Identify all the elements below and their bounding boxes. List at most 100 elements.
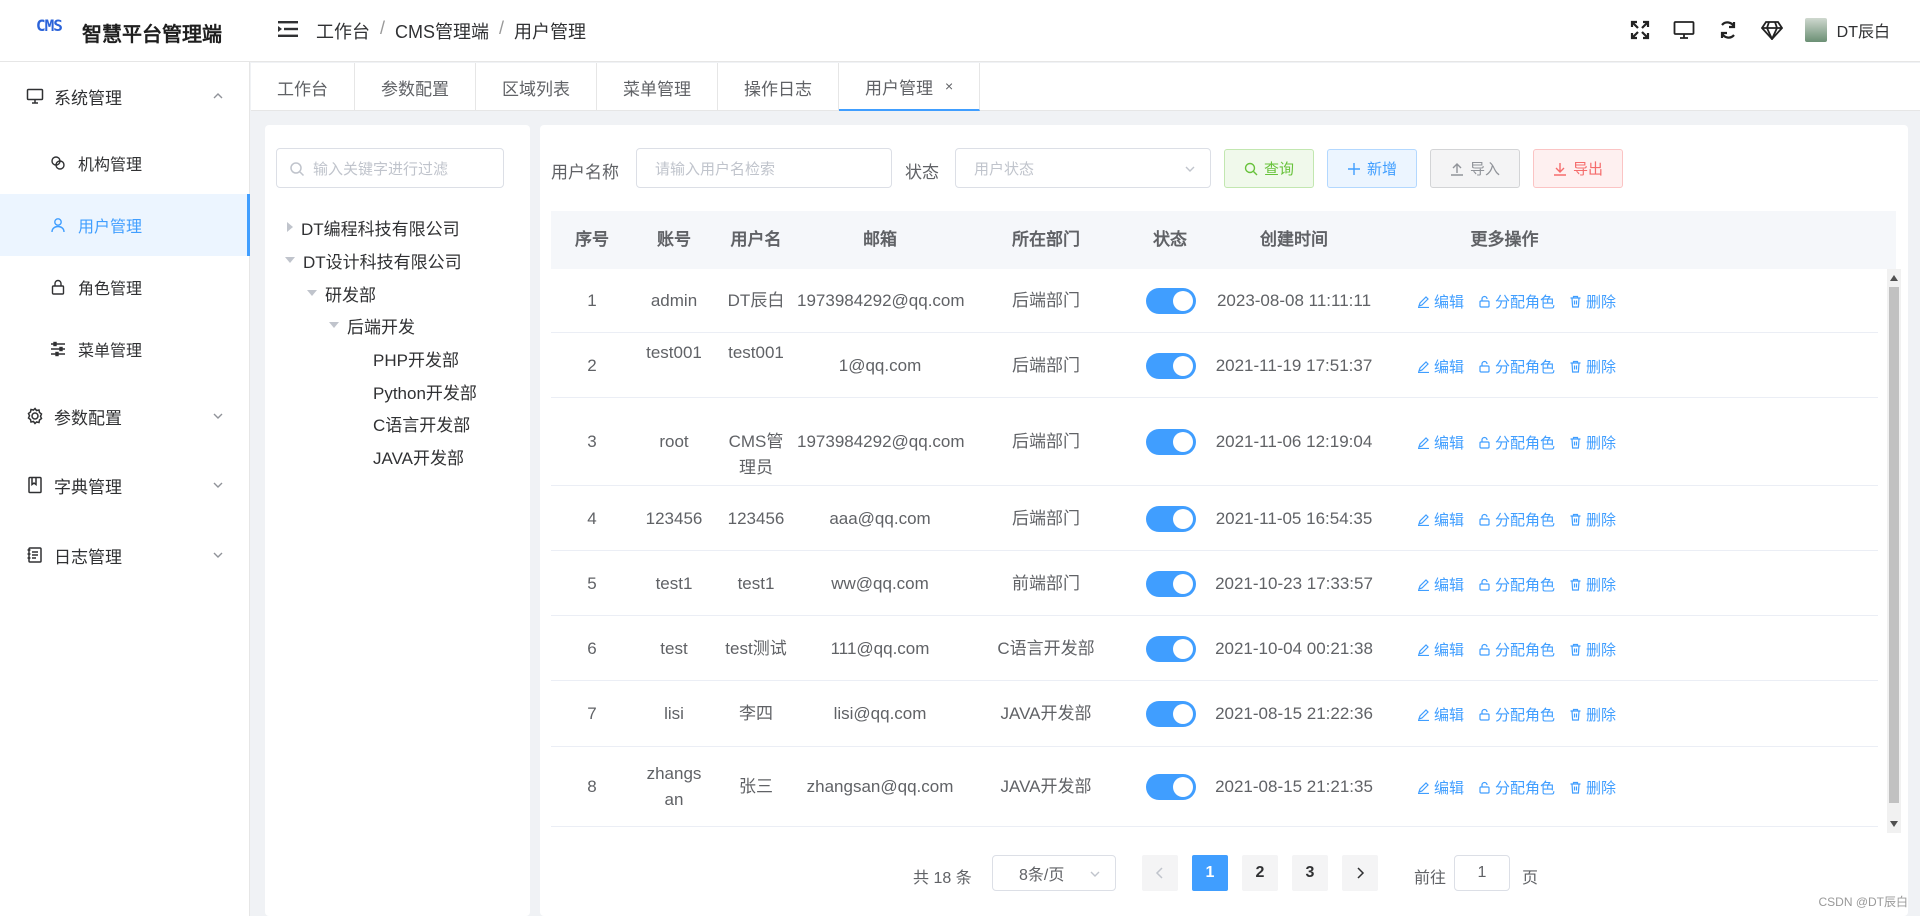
tree-node[interactable]: PHP开发部 xyxy=(373,344,459,372)
edit-button[interactable]: 编辑 xyxy=(1417,639,1464,660)
delete-button[interactable]: 删除 xyxy=(1569,356,1616,377)
assign-role-button[interactable]: 分配角色 xyxy=(1478,432,1555,453)
user-name[interactable]: DT辰白 xyxy=(1837,18,1890,42)
monitor-icon[interactable] xyxy=(1673,19,1695,41)
sidebar-item-org[interactable]: 机构管理 xyxy=(0,132,250,194)
tree-filter-input[interactable]: 输入关键字进行过滤 xyxy=(276,148,504,188)
row-actions: 编辑 分配角色 删除 xyxy=(1417,356,1616,377)
sidebar: 系统管理 机构管理 用户管理 角色管理 菜单管理 参数配置 字典管理 日志管理 xyxy=(0,62,250,916)
status-toggle[interactable] xyxy=(1146,571,1196,597)
next-page-button[interactable] xyxy=(1342,855,1378,891)
edit-button[interactable]: 编辑 xyxy=(1417,432,1464,453)
assign-role-button[interactable]: 分配角色 xyxy=(1478,777,1555,798)
status-toggle[interactable] xyxy=(1146,429,1196,455)
edit-button[interactable]: 编辑 xyxy=(1417,291,1464,312)
table-scrollbar[interactable] xyxy=(1887,269,1901,833)
assign-role-button[interactable]: 分配角色 xyxy=(1478,356,1555,377)
sidebar-item-users[interactable]: 用户管理 xyxy=(0,194,250,256)
tree-node[interactable]: C语言开发部 xyxy=(373,409,470,437)
delete-button[interactable]: 删除 xyxy=(1569,639,1616,660)
scroll-up-icon[interactable] xyxy=(1890,275,1898,281)
breadcrumb-item-cms[interactable]: CMS管理端 xyxy=(395,18,489,44)
status-toggle[interactable] xyxy=(1146,288,1196,314)
tab-users[interactable]: 用户管理 × xyxy=(839,63,981,111)
status-select[interactable]: 用户状态 xyxy=(955,148,1211,188)
edit-button[interactable]: 编辑 xyxy=(1417,777,1464,798)
tree-node[interactable]: 研发部 xyxy=(307,279,376,307)
tab-logs[interactable]: 操作日志 xyxy=(718,63,839,111)
tree-node[interactable]: DT设计科技有限公司 xyxy=(285,246,462,274)
delete-button[interactable]: 删除 xyxy=(1569,574,1616,595)
edit-button[interactable]: 编辑 xyxy=(1417,356,1464,377)
breadcrumb-item-home[interactable]: 工作台 xyxy=(316,18,370,44)
delete-button[interactable]: 删除 xyxy=(1569,777,1616,798)
page-button-2[interactable]: 2 xyxy=(1242,855,1278,891)
query-button[interactable]: 查询 xyxy=(1224,149,1314,188)
scrollbar-thumb[interactable] xyxy=(1889,287,1899,803)
delete-button[interactable]: 删除 xyxy=(1569,704,1616,725)
avatar[interactable] xyxy=(1804,18,1827,42)
goto-page-input[interactable]: 1 xyxy=(1454,855,1510,891)
add-user-button[interactable]: 新增 xyxy=(1327,149,1417,188)
tab-menus[interactable]: 菜单管理 xyxy=(597,63,718,111)
delete-button[interactable]: 删除 xyxy=(1569,509,1616,530)
top-header: CMS 智慧平台管理端 工作台 / CMS管理端 / 用户管理 DT辰白 xyxy=(0,0,1920,62)
username-search-input[interactable]: 请输入用户名检索 xyxy=(636,148,892,188)
status-toggle[interactable] xyxy=(1146,701,1196,727)
assign-role-button[interactable]: 分配角色 xyxy=(1478,509,1555,530)
column-header: 所在部门 xyxy=(1012,230,1080,249)
assign-role-button[interactable]: 分配角色 xyxy=(1478,704,1555,725)
edit-button[interactable]: 编辑 xyxy=(1417,704,1464,725)
sidebar-group-logs[interactable]: 日志管理 xyxy=(0,527,250,583)
page-size-select[interactable]: 8条/页 xyxy=(992,855,1116,891)
fullscreen-icon[interactable] xyxy=(1629,19,1651,41)
sidebar-item-roles[interactable]: 角色管理 xyxy=(0,256,250,318)
goto-label: 前往 xyxy=(1414,870,1447,887)
sidebar-group-dict[interactable]: 字典管理 xyxy=(0,457,250,513)
caret-right-icon[interactable] xyxy=(287,222,293,232)
delete-button[interactable]: 删除 xyxy=(1569,432,1616,453)
add-button-label: 新增 xyxy=(1366,161,1397,178)
trash-icon xyxy=(1570,360,1581,373)
prev-page-button[interactable] xyxy=(1142,855,1178,891)
export-button[interactable]: 导出 xyxy=(1533,149,1623,188)
tab-workbench[interactable]: 工作台 xyxy=(251,63,355,111)
tree-node[interactable]: JAVA开发部 xyxy=(373,442,464,470)
sidebar-group-label: 参数配置 xyxy=(54,408,122,428)
status-toggle[interactable] xyxy=(1146,636,1196,662)
edit-button[interactable]: 编辑 xyxy=(1417,509,1464,530)
refresh-icon[interactable] xyxy=(1717,19,1739,41)
sidebar-item-menus[interactable]: 菜单管理 xyxy=(0,318,250,380)
status-toggle[interactable] xyxy=(1146,353,1196,379)
sidebar-group-params[interactable]: 参数配置 xyxy=(0,388,250,444)
column-header: 账号 xyxy=(657,230,691,249)
caret-down-icon[interactable] xyxy=(285,257,295,263)
edit-icon xyxy=(1418,709,1429,721)
table-row: 1 admin DT辰白 1973984292@qq.com 后端部门 2023-08-0… xyxy=(551,269,1878,333)
edit-button[interactable]: 编辑 xyxy=(1417,574,1464,595)
status-toggle[interactable] xyxy=(1146,774,1196,800)
close-icon[interactable]: × xyxy=(945,78,953,94)
chevron-left-icon xyxy=(1155,867,1163,879)
assign-role-button[interactable]: 分配角色 xyxy=(1478,574,1555,595)
sidebar-group-system[interactable]: 系统管理 xyxy=(0,68,250,124)
trash-icon xyxy=(1570,513,1581,526)
tree-node[interactable]: 后端开发 xyxy=(329,311,415,339)
delete-button[interactable]: 删除 xyxy=(1569,291,1616,312)
caret-down-icon[interactable] xyxy=(307,290,317,296)
assign-role-button[interactable]: 分配角色 xyxy=(1478,639,1555,660)
diamond-icon[interactable] xyxy=(1760,19,1783,41)
menu-toggle-icon[interactable] xyxy=(278,20,298,38)
tree-node[interactable]: DT编程科技有限公司 xyxy=(287,213,460,241)
assign-role-button[interactable]: 分配角色 xyxy=(1478,291,1555,312)
tree-node[interactable]: Python开发部 xyxy=(373,377,477,405)
cell-account: root xyxy=(659,432,689,451)
import-button[interactable]: 导入 xyxy=(1430,149,1520,188)
caret-down-icon[interactable] xyxy=(329,322,339,328)
status-toggle[interactable] xyxy=(1146,506,1196,532)
page-button-3[interactable]: 3 xyxy=(1292,855,1328,891)
page-button-1[interactable]: 1 xyxy=(1192,855,1228,891)
tab-params[interactable]: 参数配置 xyxy=(355,63,476,111)
scroll-down-icon[interactable] xyxy=(1890,821,1898,827)
tab-regions[interactable]: 区域列表 xyxy=(476,63,597,111)
